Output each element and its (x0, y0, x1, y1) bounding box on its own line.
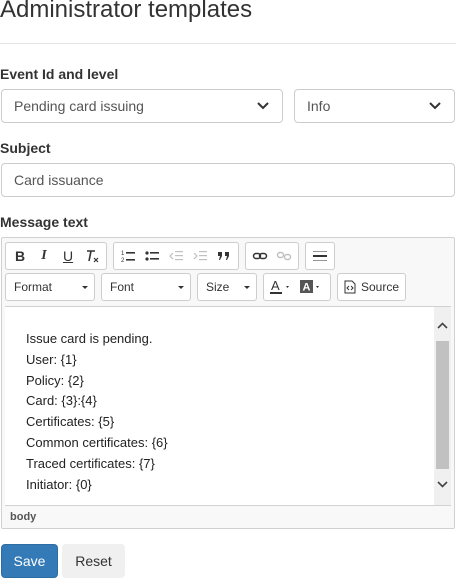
bulleted-list-icon (145, 251, 159, 261)
element-path[interactable]: body (10, 511, 36, 523)
chevron-down-icon (428, 99, 442, 113)
editor-content-area[interactable]: Issue card is pending. User: {1} Policy:… (5, 306, 451, 506)
source-button[interactable]: Source (337, 273, 407, 301)
editor-toolbar-row-1: B I U 12 (5, 242, 335, 270)
subject-label: Subject (0, 140, 51, 156)
scroll-up-arrow-icon[interactable] (437, 320, 448, 331)
italic-button[interactable]: I (32, 244, 56, 268)
save-button[interactable]: Save (1, 544, 58, 578)
horizontal-rule-button[interactable] (308, 244, 332, 268)
scroll-thumb[interactable] (436, 341, 449, 469)
text-color-icon: A (270, 278, 289, 294)
title-divider (0, 43, 456, 44)
background-color-button[interactable]: A (297, 275, 327, 299)
rich-text-editor: B I U 12 Format Font Size A A Source Iss… (1, 237, 455, 529)
reset-button[interactable]: Reset (62, 544, 125, 578)
format-dropdown[interactable]: Format (5, 273, 95, 301)
font-dropdown[interactable]: Font (101, 273, 191, 301)
subject-input[interactable] (1, 163, 455, 197)
editor-scrollbar[interactable] (434, 307, 451, 505)
svg-text:1: 1 (121, 251, 125, 257)
unlink-button[interactable] (272, 244, 296, 268)
message-line: Issue card is pending. (26, 331, 153, 346)
unlink-icon (276, 251, 292, 261)
event-select[interactable]: Pending card issuing (1, 89, 283, 123)
message-label: Message text (0, 214, 88, 230)
quote-icon (218, 252, 229, 260)
increase-indent-icon (193, 251, 207, 261)
message-body[interactable]: Issue card is pending. User: {1} Policy:… (26, 329, 168, 495)
message-line: Common certificates: {6} (26, 434, 168, 450)
size-dropdown[interactable]: Size (197, 273, 257, 301)
text-color-button[interactable]: A (267, 275, 297, 299)
bulleted-list-button[interactable] (140, 244, 164, 268)
numbered-list-button[interactable]: 12 (116, 244, 140, 268)
scroll-down-arrow-icon[interactable] (437, 479, 448, 490)
italic-icon: I (41, 248, 47, 263)
underline-button[interactable]: U (56, 244, 80, 268)
link-button[interactable] (248, 244, 272, 268)
caret-down-icon (244, 285, 250, 289)
source-button-label: Source (361, 280, 400, 294)
message-line: User: {1} (26, 351, 77, 367)
message-line: Card: {3}:{4} (26, 393, 97, 409)
remove-format-icon (87, 250, 99, 263)
message-line: Traced certificates: {7} (26, 455, 155, 471)
chevron-down-icon (256, 99, 270, 113)
caret-down-icon (82, 285, 88, 289)
source-icon (344, 280, 356, 294)
editor-toolbar-row-2: Format Font Size A A Source (5, 273, 407, 301)
font-dropdown-label: Font (110, 280, 135, 294)
svg-text:2: 2 (121, 258, 125, 264)
page-title: Administrator templates (0, 0, 253, 23)
numbered-list-icon: 12 (121, 251, 135, 264)
background-color-icon: A (300, 280, 319, 294)
level-select[interactable]: Info (294, 89, 455, 123)
svg-text:A: A (303, 282, 311, 294)
bold-icon: B (14, 248, 26, 264)
event-select-value: Pending card issuing (14, 98, 144, 114)
underline-icon: U (62, 248, 74, 264)
list-group: 12 (113, 242, 239, 270)
link-group (245, 242, 299, 270)
message-line: Policy: {2} (26, 372, 84, 388)
bold-button[interactable]: B (8, 244, 32, 268)
horizontal-rule-group (305, 242, 335, 270)
color-group: A A (263, 273, 331, 301)
decrease-indent-button[interactable] (164, 244, 188, 268)
size-dropdown-label: Size (206, 280, 230, 294)
message-line: Certificates: {5} (26, 414, 115, 430)
level-select-value: Info (307, 98, 331, 114)
horizontal-rule-icon (313, 251, 327, 261)
svg-text:A: A (271, 278, 280, 293)
format-dropdown-label: Format (14, 280, 53, 294)
event-label: Event Id and level (0, 66, 119, 82)
increase-indent-button[interactable] (188, 244, 212, 268)
message-line: Initiator: {0} (26, 476, 92, 492)
remove-format-button[interactable] (80, 244, 104, 268)
blockquote-button[interactable] (212, 244, 236, 268)
caret-down-icon (178, 285, 184, 289)
link-icon (252, 252, 268, 260)
decrease-indent-icon (169, 251, 183, 261)
basic-styles-group: B I U (5, 242, 107, 270)
